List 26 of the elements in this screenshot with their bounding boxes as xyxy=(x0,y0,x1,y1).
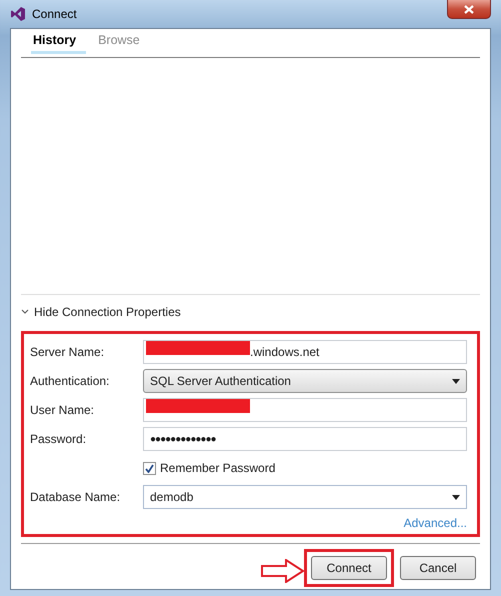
dropdown[interactable]: SQL Server Authentication xyxy=(143,369,467,393)
logo-icon xyxy=(10,6,26,22)
field-label: User Name: xyxy=(30,403,96,417)
field-label: Server Name: xyxy=(30,345,106,359)
combo-field[interactable]: demodb xyxy=(143,485,467,509)
checkbox[interactable] xyxy=(143,462,156,474)
window-title: Connect xyxy=(32,7,77,21)
close-icon xyxy=(464,4,474,14)
field-label: Authentication: xyxy=(30,374,110,388)
input-field[interactable]: .windows.net xyxy=(143,340,467,364)
properties-toggle[interactable]: Hide Connection Properties xyxy=(21,295,480,331)
cancel-button[interactable]: Cancel xyxy=(400,556,476,580)
input-field[interactable]: ●●●●●●●●●●●●● xyxy=(143,427,467,451)
tab[interactable]: History xyxy=(31,31,86,54)
chevron-icon xyxy=(21,309,29,315)
field-label: Database Name: xyxy=(30,490,122,504)
connect-button[interactable]: Connect xyxy=(311,556,387,580)
caret-icon xyxy=(452,494,460,500)
caret-icon xyxy=(452,378,460,384)
checkbox-label: Remember Password xyxy=(160,461,276,475)
advanced-link[interactable]: Advanced... xyxy=(404,514,467,532)
field-value: .windows.net xyxy=(250,345,320,359)
field-label: Password: xyxy=(30,432,88,446)
field-value: ●●●●●●●●●●●●● xyxy=(150,434,216,444)
field-value: demodb xyxy=(150,490,194,504)
close-button[interactable] xyxy=(447,0,491,19)
